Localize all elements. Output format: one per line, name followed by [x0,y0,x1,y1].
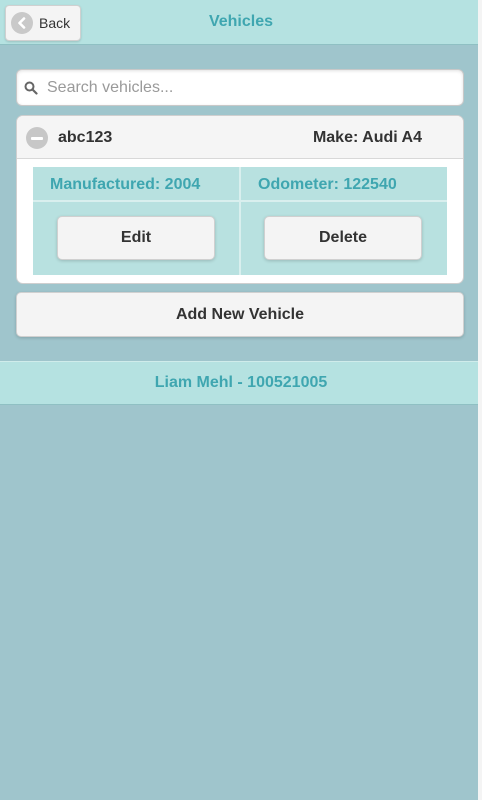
collapse-minus-icon [26,127,48,149]
add-vehicle-button[interactable]: Add New Vehicle [16,292,464,337]
odometer-value: Odometer: 122540 [241,167,447,202]
scrollbar[interactable] [478,0,482,800]
delete-button[interactable]: Delete [264,216,422,260]
vehicle-details-grid: Manufactured: 2004 Odometer: 122540 Edit… [33,167,447,275]
search-icon [24,81,38,95]
vehicle-collapsible: abc123 Make: Audi A4 Manufactured: 2004 … [16,115,464,284]
column-divider [239,167,241,275]
vehicle-collapsible-header[interactable]: abc123 Make: Audi A4 [17,116,463,159]
header-bar: Back Vehicles [0,0,482,45]
search-bar [16,69,464,106]
search-input[interactable] [47,78,427,97]
footer-text: Liam Mehl - 100521005 [154,374,328,391]
page-title: Vehicles [208,13,274,30]
footer-bar: Liam Mehl - 100521005 [0,361,482,405]
vehicle-make: Make: Audi A4 [312,129,422,146]
vehicle-plate: abc123 [58,129,113,146]
manufactured-value: Manufactured: 2004 [33,167,239,202]
edit-button[interactable]: Edit [57,216,215,260]
